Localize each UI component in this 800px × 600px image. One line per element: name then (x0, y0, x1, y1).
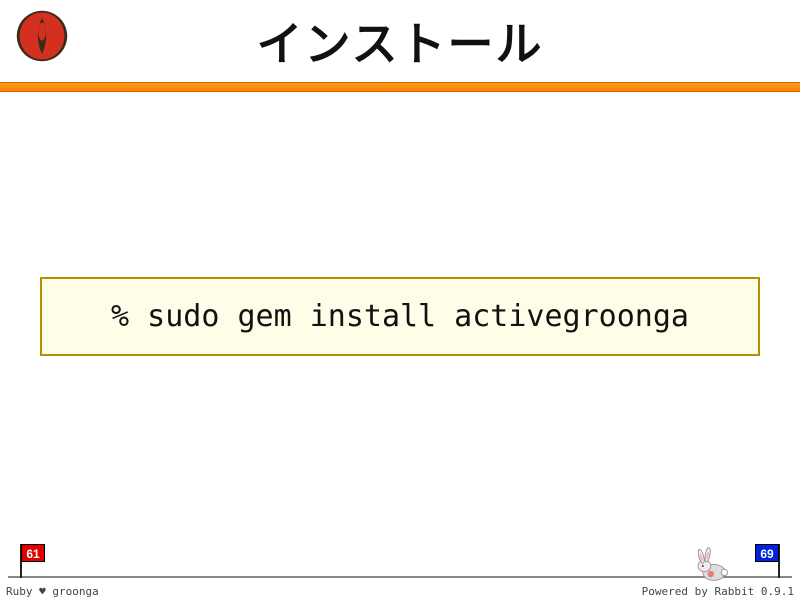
footer-credit-left: Ruby ♥ groonga (6, 585, 99, 598)
slide-title: インストール (0, 8, 800, 74)
progress-track (8, 576, 792, 578)
total-pages-number: 69 (755, 544, 779, 562)
slide-footer: 61 69 Ruby ♥ groonga Powered by Rabbit 0… (0, 540, 800, 600)
current-page-number: 61 (21, 544, 45, 562)
total-pages-flag: 69 (756, 544, 780, 578)
rabbit-icon (690, 542, 730, 582)
footer-credit-right: Powered by Rabbit 0.9.1 (642, 585, 794, 598)
header-divider (0, 82, 800, 92)
code-block: % sudo gem install activegroonga (40, 277, 760, 356)
slide-body: % sudo gem install activegroonga (0, 92, 800, 540)
groonga-logo-icon (14, 8, 70, 64)
slide-header: インストール (0, 0, 800, 82)
current-page-flag: 61 (20, 544, 44, 578)
slide: インストール % sudo gem install activegroonga … (0, 0, 800, 600)
